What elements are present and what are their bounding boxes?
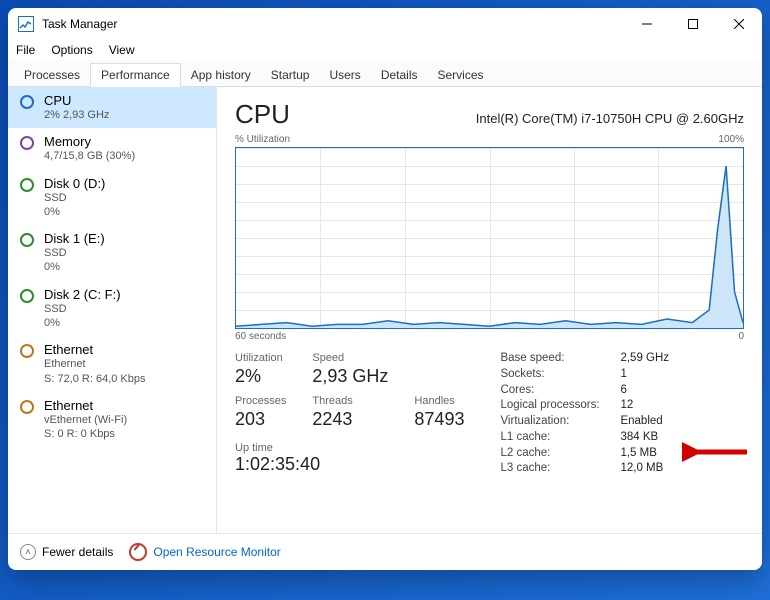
sidebar-item-disk0[interactable]: Disk 0 (D:)SSD0% (8, 170, 216, 226)
sidebar-item-cpu[interactable]: CPU2% 2,93 GHz (8, 87, 216, 128)
fewer-details-label: Fewer details (42, 545, 113, 559)
sidebar-item-title: Memory (44, 134, 135, 149)
maximize-icon (688, 19, 698, 29)
tab-performance[interactable]: Performance (90, 63, 181, 87)
open-resource-monitor-link[interactable]: Open Resource Monitor (129, 543, 280, 561)
logical-processors-value: 12 (620, 399, 710, 412)
sidebar-item-sub: 2% 2,93 GHz (44, 108, 109, 122)
chart-y-max: 100% (718, 134, 744, 145)
chart-x-left: 60 seconds (235, 331, 286, 342)
sidebar-item-sub: SSD0% (44, 246, 105, 275)
resource-monitor-icon (129, 543, 147, 561)
sidebar-item-title: CPU (44, 93, 109, 108)
tab-processes[interactable]: Processes (14, 64, 90, 86)
threads-value: 2243 (312, 409, 388, 430)
minimize-button[interactable] (624, 8, 670, 40)
processes-value: 203 (235, 409, 286, 430)
menubar: File Options View (8, 40, 762, 60)
footer: ˄ Fewer details Open Resource Monitor (8, 533, 762, 570)
utilization-chart[interactable] (235, 147, 744, 329)
sidebar-item-sub: 4,7/15,8 GB (30%) (44, 149, 135, 163)
chevron-up-icon: ˄ (20, 544, 36, 560)
l3-cache-value: 12,0 MB (620, 462, 710, 475)
sidebar-item-title: Disk 0 (D:) (44, 176, 105, 191)
cores-value: 6 (620, 384, 710, 397)
menu-options[interactable]: Options (51, 43, 92, 57)
minimize-icon (642, 19, 652, 29)
tabs: Processes Performance App history Startu… (8, 60, 762, 87)
l2-cache-label: L2 cache: (500, 447, 620, 460)
eth0-indicator-icon (20, 344, 34, 358)
uptime-label: Up time (235, 442, 464, 454)
tab-details[interactable]: Details (371, 64, 428, 86)
tab-app-history[interactable]: App history (181, 64, 261, 86)
open-resource-monitor-label: Open Resource Monitor (153, 545, 280, 559)
disk0-indicator-icon (20, 178, 34, 192)
virtualization-value: Enabled (620, 415, 710, 428)
sidebar-item-title: Ethernet (44, 342, 146, 357)
cpu-indicator-icon (20, 95, 34, 109)
utilization-label: Utilization (235, 352, 286, 364)
sidebar-item-title: Disk 1 (E:) (44, 231, 105, 246)
maximize-button[interactable] (670, 8, 716, 40)
sidebar-item-title: Disk 2 (C: F:) (44, 287, 121, 302)
tab-services[interactable]: Services (428, 64, 494, 86)
threads-label: Threads (312, 395, 388, 407)
handles-value: 87493 (414, 409, 464, 430)
processes-label: Processes (235, 395, 286, 407)
sidebar-item-disk1[interactable]: Disk 1 (E:)SSD0% (8, 225, 216, 281)
close-button[interactable] (716, 8, 762, 40)
main-panel: CPU Intel(R) Core(TM) i7-10750H CPU @ 2.… (217, 87, 762, 533)
l2-cache-value: 1,5 MB (620, 447, 710, 460)
memory-indicator-icon (20, 136, 34, 150)
eth1-indicator-icon (20, 400, 34, 414)
sidebar-item-sub: EthernetS: 72,0 R: 64,0 Kbps (44, 357, 146, 386)
l1-cache-label: L1 cache: (500, 431, 620, 444)
l3-cache-label: L3 cache: (500, 462, 620, 475)
uptime-value: 1:02:35:40 (235, 454, 464, 475)
menu-view[interactable]: View (109, 43, 135, 57)
sidebar-item-title: Ethernet (44, 398, 127, 413)
tab-startup[interactable]: Startup (261, 64, 320, 86)
base-speed-label: Base speed: (500, 352, 620, 365)
disk1-indicator-icon (20, 233, 34, 247)
sidebar-item-sub: vEthernet (Wi-Fi)S: 0 R: 0 Kbps (44, 413, 127, 442)
main-title: CPU (235, 99, 290, 130)
logical-processors-label: Logical processors: (500, 399, 620, 412)
window-title: Task Manager (42, 17, 624, 31)
chart-x-right: 0 (738, 331, 744, 342)
sidebar-item-disk2[interactable]: Disk 2 (C: F:)SSD0% (8, 281, 216, 337)
task-manager-window: Task Manager File Options View Processes… (8, 8, 762, 570)
utilization-value: 2% (235, 366, 286, 387)
titlebar[interactable]: Task Manager (8, 8, 762, 40)
disk2-indicator-icon (20, 289, 34, 303)
virtualization-label: Virtualization: (500, 415, 620, 428)
sockets-label: Sockets: (500, 368, 620, 381)
menu-file[interactable]: File (16, 43, 35, 57)
cpu-model: Intel(R) Core(TM) i7-10750H CPU @ 2.60GH… (476, 111, 744, 126)
sidebar-item-memory[interactable]: Memory4,7/15,8 GB (30%) (8, 128, 216, 169)
sidebar-item-sub: SSD0% (44, 191, 105, 220)
l1-cache-value: 384 KB (620, 431, 710, 444)
sidebar-item-eth0[interactable]: EthernetEthernetS: 72,0 R: 64,0 Kbps (8, 336, 216, 392)
chart-y-label: % Utilization (235, 134, 290, 145)
chart-svg (236, 148, 743, 328)
sidebar[interactable]: CPU2% 2,93 GHzMemory4,7/15,8 GB (30%)Dis… (8, 87, 217, 533)
sidebar-item-sub: SSD0% (44, 302, 121, 331)
base-speed-value: 2,59 GHz (620, 352, 710, 365)
close-icon (734, 19, 744, 29)
speed-value: 2,93 GHz (312, 366, 388, 387)
cores-label: Cores: (500, 384, 620, 397)
tab-users[interactable]: Users (319, 64, 370, 86)
sidebar-item-eth1[interactable]: EthernetvEthernet (Wi-Fi)S: 0 R: 0 Kbps (8, 392, 216, 448)
handles-label: Handles (414, 395, 464, 407)
sockets-value: 1 (620, 368, 710, 381)
cpu-details: Base speed:2,59 GHz Sockets:1 Cores:6 Lo… (500, 352, 710, 475)
speed-label: Speed (312, 352, 388, 364)
task-manager-icon (18, 16, 34, 32)
fewer-details-button[interactable]: ˄ Fewer details (20, 544, 113, 560)
